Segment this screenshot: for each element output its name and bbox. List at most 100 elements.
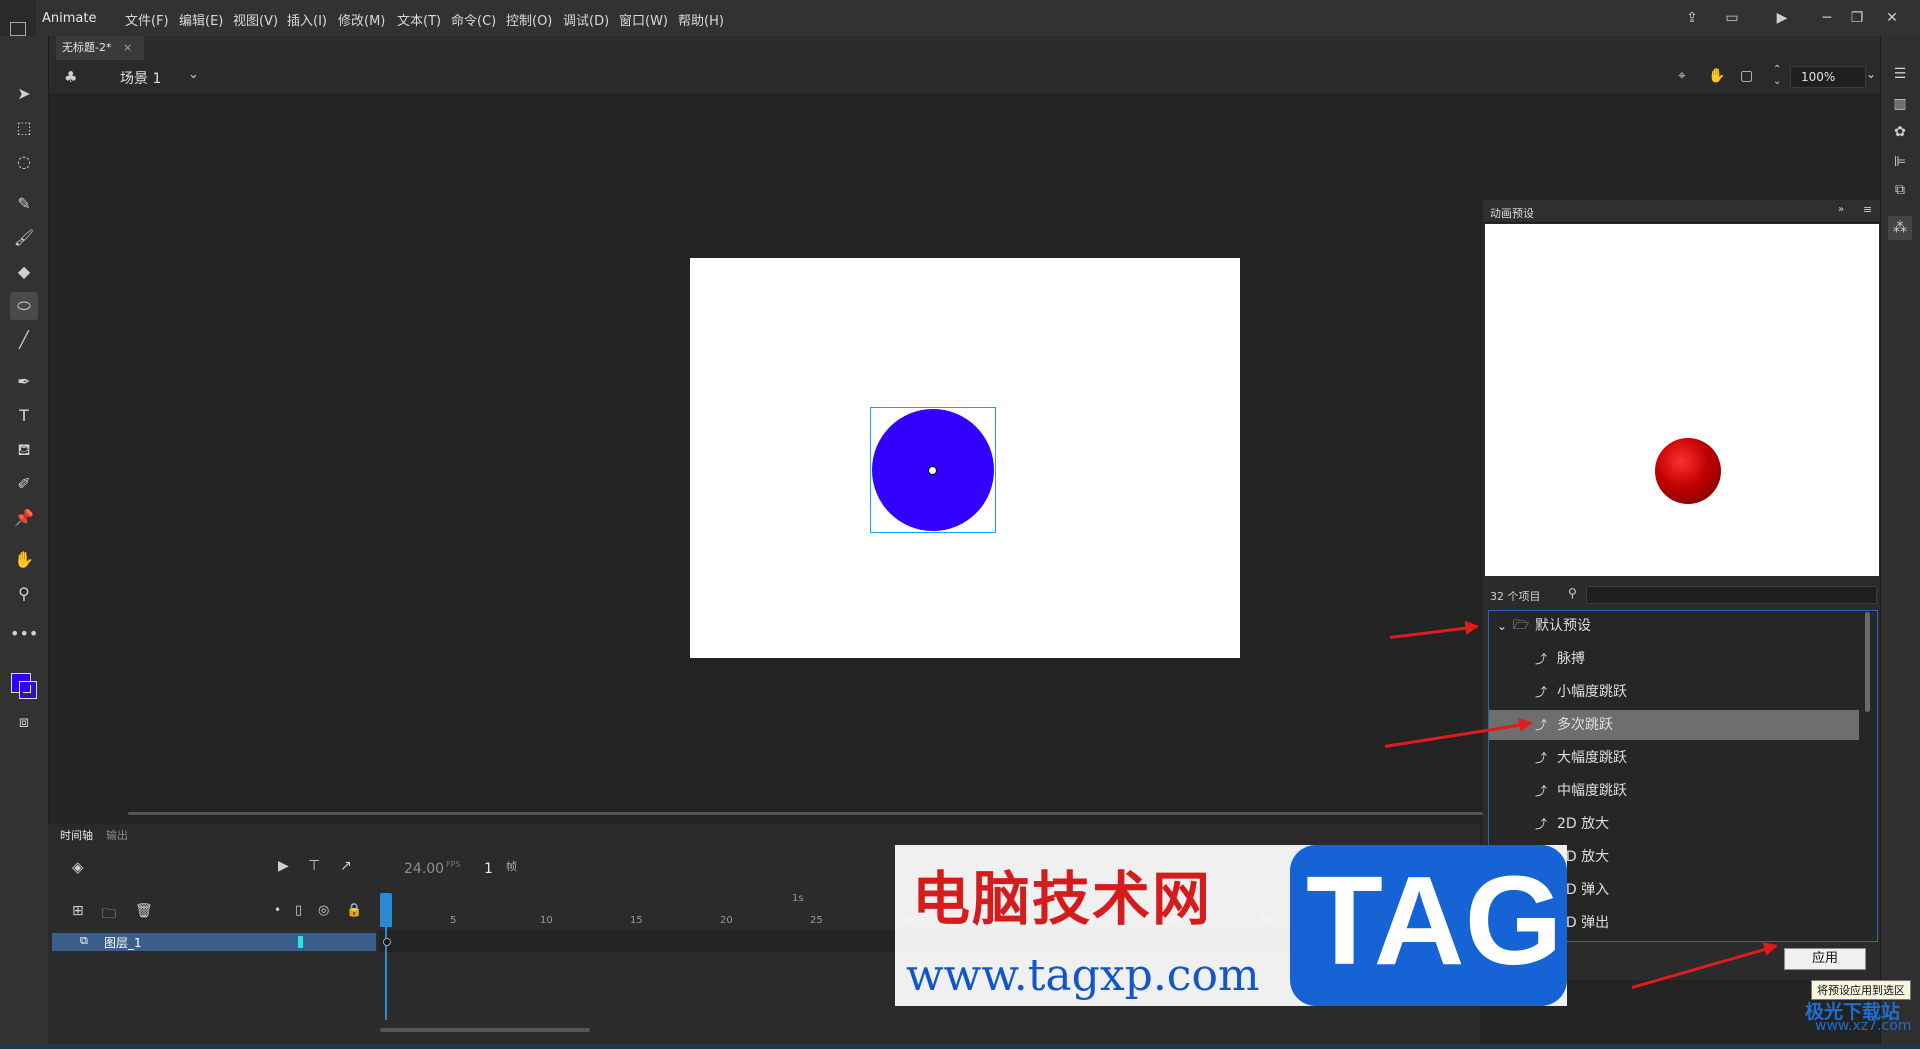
stroke-color-swatch[interactable] <box>19 681 37 699</box>
list-item[interactable]: ⤴ 中幅度跳跃 <box>1489 776 1859 806</box>
stage-horizontal-scrollbar[interactable] <box>128 812 1483 815</box>
lock-icon[interactable]: 🔒 <box>346 903 362 918</box>
apply-button-label: 应用 <box>1811 951 1838 966</box>
list-item[interactable]: ⤴ 大幅度跳跃 <box>1489 743 1859 773</box>
layer-color-marker[interactable] <box>298 936 303 948</box>
layer-row[interactable] <box>52 933 376 951</box>
app-logo <box>0 0 36 36</box>
test-movie-icon[interactable]: ▶ <box>1770 6 1794 30</box>
zoom-dropdown-icon[interactable]: ⌄ <box>1866 67 1876 81</box>
selection-tool-icon[interactable]: ➤ <box>10 80 38 108</box>
document-tab[interactable]: 无标题-2* × <box>56 36 145 60</box>
layers-icon[interactable]: ◈ <box>72 858 84 876</box>
restore-icon[interactable]: ❐ <box>1845 6 1869 30</box>
list-item[interactable]: ⤴ 小幅度跳跃 <box>1489 677 1859 707</box>
transform-point[interactable] <box>928 466 937 475</box>
menu-edit[interactable]: 编辑(E) <box>179 10 223 29</box>
new-layer-icon[interactable]: ⊞ <box>72 903 84 919</box>
menu-view[interactable]: 视图(V) <box>233 10 278 29</box>
menu-debug[interactable]: 调试(D) <box>563 10 609 29</box>
pen-tool-icon[interactable]: ✒ <box>10 368 38 396</box>
list-folder-default[interactable]: ⌄ 🗁 默认预设 <box>1489 611 1859 641</box>
preset-list-scrollbar[interactable] <box>1865 612 1870 712</box>
motion-presets-icon[interactable]: ⁂ <box>1888 216 1912 240</box>
camera-icon[interactable]: ▶ <box>278 858 289 874</box>
eraser-icon[interactable]: ◆ <box>10 258 38 286</box>
preset-icon: ⤴ <box>1535 685 1548 699</box>
menu-modify[interactable]: 修改(M) <box>338 10 385 29</box>
menu-help[interactable]: 帮助(H) <box>678 10 724 29</box>
workspace-icon[interactable]: ▭ <box>1720 6 1744 30</box>
object-drawing-icon[interactable]: ⧈ <box>10 708 38 736</box>
panel-title: 动画预设 <box>1490 207 1534 220</box>
graph-icon[interactable]: ↗ <box>340 858 352 874</box>
paint-bucket-icon[interactable]: ⛾ <box>10 436 38 464</box>
zoom-tool-icon[interactable]: ⚲ <box>10 580 38 608</box>
library-icon[interactable]: ▥ <box>1888 92 1912 116</box>
menu-file[interactable]: 文件(F) <box>125 10 169 29</box>
list-item-label: 中幅度跳跃 <box>1557 783 1627 799</box>
text-tool-icon[interactable]: T <box>10 402 38 430</box>
menu-control[interactable]: 控制(O) <box>506 10 552 29</box>
tab-close-icon[interactable]: × <box>123 41 132 54</box>
menu-commands[interactable]: 命令(C) <box>451 10 496 29</box>
close-icon[interactable]: ✕ <box>1880 6 1904 30</box>
list-item[interactable]: ⤴ 脉搏 <box>1489 644 1859 674</box>
playhead-line <box>385 920 387 1020</box>
rotate-stage-icon[interactable]: ✋ <box>1708 68 1725 84</box>
scene-label: 场景 1 <box>120 71 162 87</box>
timeline-scrollbar[interactable] <box>380 1028 590 1032</box>
minimize-icon[interactable]: ─ <box>1815 6 1839 30</box>
delete-layer-icon[interactable]: 🗑 <box>135 903 153 919</box>
lasso-icon[interactable]: ◌ <box>10 148 38 176</box>
line-tool-icon[interactable]: ╱ <box>10 326 38 354</box>
assets-icon[interactable]: ✿ <box>1888 120 1912 144</box>
visibility-icon[interactable]: ◎ <box>318 903 329 918</box>
keyframe-dot[interactable] <box>383 938 391 946</box>
align-icon[interactable]: ⊫ <box>1888 150 1912 174</box>
preview-ball <box>1655 438 1721 504</box>
document-tab-bar <box>48 36 1880 60</box>
more-tools-icon[interactable]: ••• <box>10 620 38 648</box>
properties-icon[interactable]: ☰ <box>1888 62 1912 86</box>
menu-window[interactable]: 窗口(W) <box>619 10 668 29</box>
preset-icon: ⤴ <box>1535 817 1548 831</box>
hand-tool-icon[interactable]: ✋ <box>10 546 38 574</box>
center-stage-icon[interactable]: ⌖ <box>1678 68 1686 84</box>
list-item-selected[interactable]: ⤴ 多次跳跃 <box>1489 710 1859 740</box>
paint-brush-icon[interactable]: ✎ <box>10 190 38 218</box>
list-item-label: 小幅度跳跃 <box>1557 684 1627 700</box>
scene-dropdown-icon[interactable]: ⌄ <box>188 67 199 82</box>
apply-button[interactable]: 应用 <box>1784 948 1866 970</box>
transform-icon[interactable]: ⧉ <box>1888 178 1912 202</box>
tab-output[interactable]: 输出 <box>106 827 128 843</box>
menu-text[interactable]: 文本(T) <box>397 10 441 29</box>
free-transform-icon[interactable]: ⬚ <box>10 114 38 142</box>
clip-stage-icon[interactable]: ▢ <box>1740 68 1753 84</box>
highlight-dot-icon[interactable]: • <box>274 903 281 917</box>
collapse-panel-icon[interactable]: » <box>1838 204 1844 215</box>
chevron-down-icon[interactable]: ⌄ <box>1497 611 1507 641</box>
fps-value[interactable]: 24.00 <box>404 861 444 877</box>
panel-toggle-icon[interactable] <box>10 22 26 36</box>
zoom-stepper-icon[interactable]: ⌃ ⌄ <box>1773 64 1781 88</box>
outline-icon[interactable]: ▯ <box>295 903 302 918</box>
list-item[interactable]: ⤴ 2D 放大 <box>1489 809 1859 839</box>
scene-icon[interactable]: ♣ <box>64 68 77 86</box>
folder-icon: 🗁 <box>1513 618 1530 633</box>
tab-timeline[interactable]: 时间轴 <box>60 827 93 843</box>
share-icon[interactable]: ⇪ <box>1680 6 1704 30</box>
frame-number[interactable]: 1 <box>484 861 493 877</box>
pin-tool-icon[interactable]: 📌 <box>10 504 38 532</box>
eyedropper-icon[interactable]: ✐ <box>10 470 38 498</box>
new-folder-icon[interactable]: 🗀 <box>102 903 116 927</box>
oval-tool-icon[interactable]: ⬭ <box>10 292 38 320</box>
brush-icon[interactable]: 🖌 <box>10 224 38 252</box>
panel-menu-icon[interactable]: ≡ <box>1863 203 1872 216</box>
layer-name[interactable]: 图层_1 <box>104 934 142 951</box>
list-item-label: 大幅度跳跃 <box>1557 750 1627 766</box>
preset-search-input[interactable] <box>1586 586 1877 604</box>
menu-insert[interactable]: 插入(I) <box>287 10 327 29</box>
layer-parenting-icon[interactable]: ⊤ <box>308 858 320 874</box>
zoom-field[interactable]: 100% <box>1790 66 1866 88</box>
